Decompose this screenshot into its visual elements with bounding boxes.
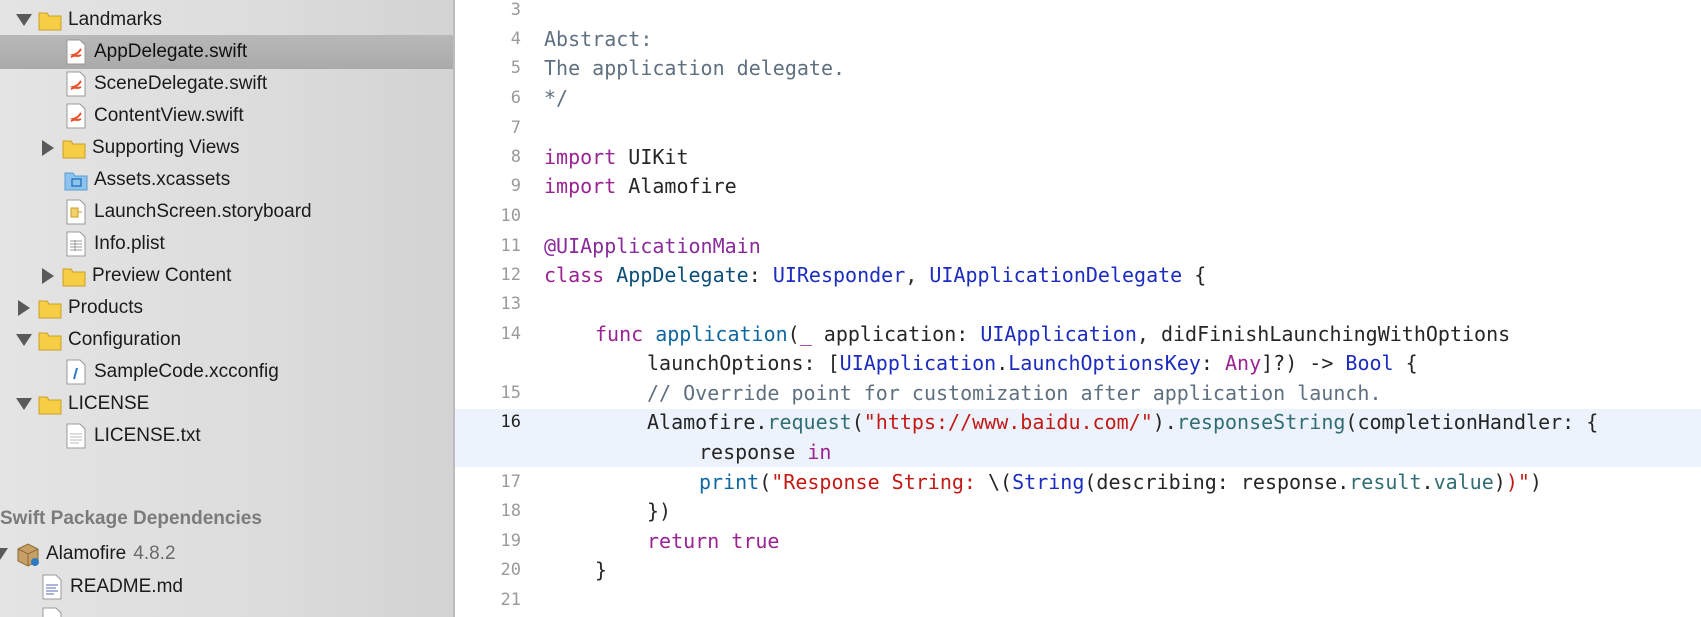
line-number: 12: [500, 265, 521, 285]
nav-item-launchscreen-storyboard[interactable]: LaunchScreen.storyboard: [0, 195, 453, 229]
line-number: 19: [500, 531, 521, 551]
nav-item-label: SampleCode.xcconfig: [94, 361, 279, 382]
nav-item-alamofire-package[interactable]: Alamofire 4.8.2: [0, 537, 453, 571]
storyboard-file-icon: [66, 199, 86, 225]
nav-item-landmarks[interactable]: Landmarks: [0, 3, 453, 37]
xcconfig-file-icon: [66, 359, 86, 385]
nav-item-label: SceneDelegate.swift: [94, 73, 268, 94]
code-line-14: func application(_ application: UIApplic…: [595, 322, 1511, 346]
code-line-17: print("Response String: \(String(describ…: [699, 470, 1542, 494]
code-line-11: @UIApplicationMain: [544, 234, 761, 258]
disclosure-collapsed-icon[interactable]: [42, 268, 54, 284]
nav-item-scenedelegate-swift[interactable]: SceneDelegate.swift: [0, 67, 453, 101]
line-number: 18: [500, 501, 521, 521]
package-icon: [17, 543, 39, 567]
folder-icon: [38, 396, 62, 415]
nav-item-products[interactable]: Products: [0, 291, 453, 325]
nav-item-license-folder[interactable]: LICENSE: [0, 387, 453, 421]
line-number: 10: [500, 206, 521, 226]
line-number: 21: [500, 590, 521, 610]
line-number: 3: [510, 0, 521, 20]
folder-icon: [62, 140, 86, 159]
file-icon: [42, 607, 62, 617]
line-number: 13: [500, 294, 521, 314]
code-line-15: // Override point for customization afte…: [647, 381, 1382, 405]
disclosure-expanded-icon[interactable]: [0, 548, 8, 560]
line-number: 14: [500, 324, 521, 344]
code-line-12: class AppDelegate: UIResponder, UIApplic…: [544, 263, 1207, 287]
line-number-current: 16: [500, 412, 521, 432]
nav-item-label: LICENSE: [68, 393, 150, 414]
plist-file-icon: [66, 231, 86, 257]
nav-item-label: ContentView.swift: [94, 105, 244, 126]
nav-item-configuration[interactable]: Configuration: [0, 323, 453, 357]
nav-item-supporting-views[interactable]: Supporting Views: [0, 131, 453, 165]
code-line-20: }: [595, 558, 608, 582]
line-number: 4: [510, 29, 521, 49]
nav-item-readme-md[interactable]: README.md: [0, 570, 453, 604]
code-line-18: }): [647, 499, 672, 523]
line-number: 11: [500, 236, 521, 256]
code-line-4: Abstract:: [544, 27, 653, 51]
line-number: 8: [510, 147, 521, 167]
swift-file-icon: [66, 71, 86, 97]
nav-item-assets-xcassets[interactable]: Assets.xcassets: [0, 163, 453, 197]
line-number: 5: [510, 58, 521, 78]
nav-item-label: Landmarks: [68, 9, 162, 30]
nav-item-label: Configuration: [68, 329, 182, 350]
code-line-6: */: [544, 86, 569, 110]
line-number: 7: [510, 118, 521, 138]
nav-item-samplecode-xcconfig[interactable]: SampleCode.xcconfig: [0, 355, 453, 389]
disclosure-collapsed-icon[interactable]: [42, 140, 54, 156]
source-editor[interactable]: 3 4 5 6 7 8 9 10 11 12 13 14 15 16 17 18…: [455, 0, 1701, 617]
disclosure-expanded-icon[interactable]: [16, 334, 32, 346]
nav-item-appdelegate-swift[interactable]: AppDelegate.swift: [0, 35, 453, 69]
swift-file-icon: [66, 39, 86, 65]
code-line-19: return true: [647, 529, 780, 553]
nav-item-label: Info.plist: [94, 233, 165, 254]
nav-item-label: LICENSE.txt: [94, 425, 201, 446]
folder-icon: [38, 300, 62, 319]
swift-file-icon: [66, 103, 86, 129]
text-file-icon: [42, 574, 62, 600]
nav-item-label: LaunchScreen.storyboard: [94, 201, 312, 222]
code-line-16-wrap: response in: [699, 440, 832, 464]
disclosure-collapsed-icon[interactable]: [18, 300, 30, 316]
nav-item-partial[interactable]: [0, 603, 453, 617]
nav-item-label: Supporting Views: [92, 137, 240, 158]
project-navigator: Landmarks AppDelegate.swift SceneDelegat…: [0, 0, 455, 617]
nav-item-contentview-swift[interactable]: ContentView.swift: [0, 99, 453, 133]
package-name: Alamofire: [46, 543, 127, 564]
code-line-14-wrap: launchOptions: [UIApplication.LaunchOpti…: [647, 351, 1418, 375]
nav-item-label: Products: [68, 297, 143, 318]
folder-icon: [62, 268, 86, 287]
asset-catalog-icon: [64, 172, 88, 191]
nav-item-info-plist[interactable]: Info.plist: [0, 227, 453, 261]
section-header-package-dependencies: Swift Package Dependencies: [0, 508, 262, 529]
nav-item-preview-content[interactable]: Preview Content: [0, 259, 453, 293]
nav-item-license-txt[interactable]: LICENSE.txt: [0, 419, 453, 453]
line-number: 17: [500, 472, 521, 492]
code-line-5: The application delegate.: [544, 56, 846, 80]
line-number: 15: [500, 383, 521, 403]
nav-item-label: Preview Content: [92, 265, 232, 286]
nav-item-label: Assets.xcassets: [94, 169, 231, 190]
code-line-9: import Alamofire: [544, 174, 737, 198]
folder-icon: [38, 12, 62, 31]
code-line-8: import UIKit: [544, 145, 689, 169]
folder-icon: [38, 332, 62, 351]
line-number: 6: [510, 88, 521, 108]
nav-item-label: README.md: [70, 576, 183, 597]
line-number: 9: [510, 176, 521, 196]
nav-item-label: AppDelegate.swift: [94, 41, 248, 62]
package-version: 4.8.2: [133, 543, 176, 564]
disclosure-expanded-icon[interactable]: [16, 14, 32, 26]
code-line-16: Alamofire.request("https://www.baidu.com…: [647, 410, 1599, 434]
line-number: 20: [500, 560, 521, 580]
text-file-icon: [66, 423, 86, 449]
disclosure-expanded-icon[interactable]: [16, 398, 32, 410]
